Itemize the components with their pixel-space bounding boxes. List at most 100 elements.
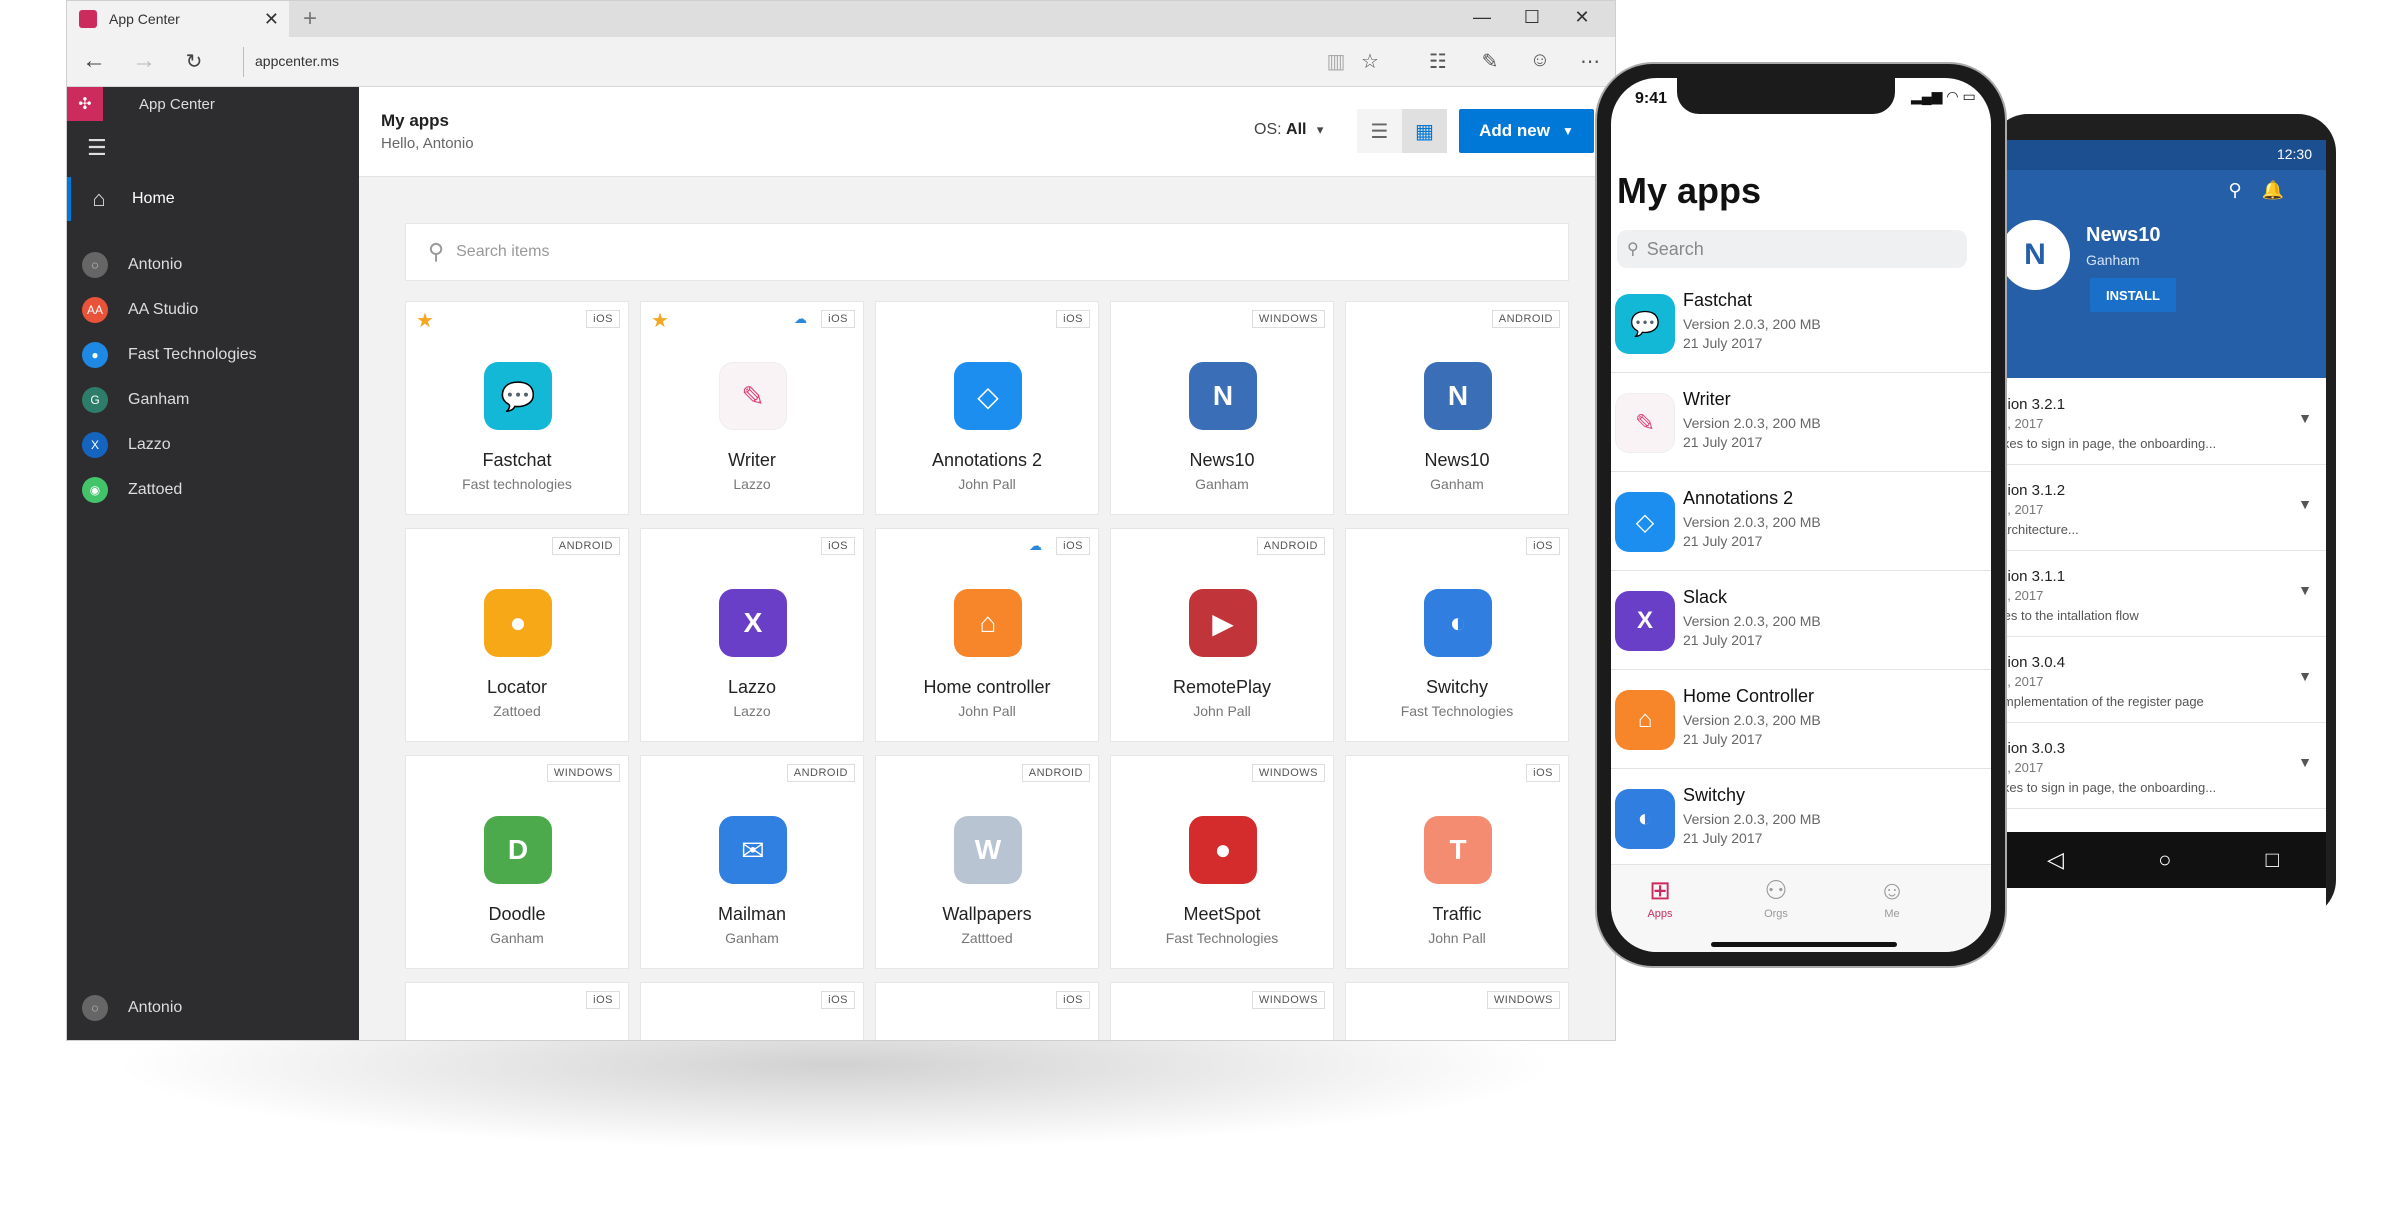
new-tab-icon[interactable]: + [303, 5, 317, 33]
iphone-app-row[interactable]: ◇ Annotations 2 Version 2.0.3, 200 MB 21 Ju… [1611, 472, 1991, 571]
iphone-app-row[interactable]: X Slack Version 2.0.3, 200 MB 21 July 2017 [1611, 571, 1991, 670]
chevron-down-icon[interactable]: ▼ [2298, 582, 2312, 598]
tab-orgs[interactable]: ⚇ Orgs [1741, 875, 1811, 920]
chevron-down-icon[interactable]: ▼ [2298, 410, 2312, 426]
tab-close-icon[interactable]: ✕ [264, 9, 279, 30]
install-button[interactable]: INSTALL [2090, 278, 2176, 312]
app-card[interactable]: ANDROID W Wallpapers Zatttoed [875, 755, 1099, 969]
sidebar-user-label: Antonio [128, 999, 183, 1016]
sidebar: ✣ App Center ☰ ⌂ Home ◌ Antonio AA AA Studi… [67, 87, 359, 1040]
hamburger-menu-icon[interactable]: ☰ [87, 135, 107, 161]
page-header: My apps Hello, Antonio OS: All ▾ ☰ ▦ Add… [359, 87, 1615, 177]
platform-badge: WINDOWS [546, 764, 620, 782]
add-new-button[interactable]: Add new ▼ [1459, 109, 1594, 153]
iphone-app-row[interactable]: ◐ Switchy Version 2.0.3, 200 MB 21 July 201… [1611, 769, 1991, 868]
bell-icon[interactable]: 🔔 [2262, 180, 2304, 200]
app-owner: Ganham [725, 930, 779, 946]
app-card[interactable]: ANDROID N News10 Ganham [1345, 301, 1569, 515]
iphone-app-row[interactable]: 💬 Fastchat Version 2.0.3, 200 MB 21 July 20… [1611, 274, 1991, 373]
forward-icon[interactable]: → [129, 47, 159, 75]
iphone-app-row[interactable]: ✎ Writer Version 2.0.3, 200 MB 21 July 2017 [1611, 373, 1991, 472]
page-subtitle: Hello, Antonio [381, 135, 474, 152]
app-name: MeetSpot [1183, 904, 1261, 924]
favorites-hub-icon[interactable]: ☷ [1423, 49, 1453, 74]
home-circle-icon[interactable]: ○ [2158, 847, 2171, 873]
version-row[interactable]: sion 3.0.3 1, 2017 ixes to sign in page, t… [2000, 724, 2326, 809]
grid-view-icon[interactable]: ▦ [1402, 109, 1447, 153]
version-row[interactable]: sion 3.0.4 1, 2017 implementation of the r… [2000, 638, 2326, 723]
iphone-search-input[interactable]: ⚲ Search [1617, 230, 1967, 268]
more-icon[interactable]: ⋯ [1575, 49, 1605, 74]
platform-badge: WINDOWS [1251, 310, 1325, 328]
search-icon[interactable]: ⚲ [2228, 180, 2261, 200]
chevron-down-icon[interactable]: ▼ [2298, 754, 2312, 770]
app-card[interactable]: WINDOWS D Doodle Ganham [405, 755, 629, 969]
app-card[interactable]: WINDOWS N News10 Ganham [1110, 301, 1334, 515]
sidebar-item-org[interactable]: X Lazzo [67, 423, 359, 467]
app-name: Doodle [488, 904, 546, 924]
android-app-name: News10 [2086, 224, 2161, 246]
back-triangle-icon[interactable]: ◁ [2047, 847, 2064, 873]
app-card[interactable]: iOS ◇ Annotations 2 John Pall [875, 301, 1099, 515]
os-filter-dropdown[interactable]: OS: All ▾ [1254, 121, 1323, 139]
app-card[interactable]: iOS [640, 982, 864, 1040]
refresh-icon[interactable]: ↻ [179, 49, 209, 74]
app-card[interactable]: WINDOWS [1345, 982, 1569, 1040]
minimize-icon[interactable]: — [1467, 7, 1497, 28]
search-placeholder: Search items [456, 243, 550, 260]
app-name: Writer [728, 450, 776, 470]
back-icon[interactable]: ← [79, 47, 109, 75]
version-notes: tes to the intallation flow [2000, 608, 2139, 623]
app-card[interactable]: iOS X Lazzo Lazzo [640, 528, 864, 742]
list-view-icon[interactable]: ☰ [1357, 109, 1402, 153]
app-card[interactable]: iOS [405, 982, 629, 1040]
version-row[interactable]: sion 3.1.1 1, 2017 tes to the intallation … [2000, 552, 2326, 637]
sidebar-item-label: Lazzo [128, 436, 171, 453]
app-card[interactable]: iOS ☁ ⌂ Home controller John Pall [875, 528, 1099, 742]
app-card[interactable]: iOS [875, 982, 1099, 1040]
favorite-star-icon[interactable]: ☆ [1355, 49, 1385, 74]
chevron-down-icon[interactable]: ▼ [2298, 496, 2312, 512]
star-icon[interactable]: ★ [651, 308, 669, 333]
sidebar-item-home[interactable]: ⌂ Home [67, 177, 359, 221]
app-card[interactable]: iOS T Traffic John Pall [1345, 755, 1569, 969]
sidebar-item-org[interactable]: G Ganham [67, 378, 359, 422]
sidebar-item-org[interactable]: ◌ Antonio [67, 243, 359, 287]
tab-apps[interactable]: ⊞ Apps [1625, 875, 1695, 920]
url-field[interactable]: appcenter.ms [255, 53, 339, 69]
app-card[interactable]: ANDROID ● Locator Zattoed [405, 528, 629, 742]
platform-badge: WINDOWS [1251, 991, 1325, 1009]
maximize-icon[interactable]: ☐ [1517, 7, 1547, 28]
app-card[interactable]: ANDROID ▶ RemotePlay John Pall [1110, 528, 1334, 742]
org-avatar-icon: ◉ [82, 477, 108, 503]
app-card[interactable]: ANDROID ✉ Mailman Ganham [640, 755, 864, 969]
feedback-smiley-icon[interactable]: ☺ [1525, 49, 1555, 72]
reading-view-icon[interactable]: ▥ [1321, 49, 1351, 74]
sidebar-user[interactable]: ◌ Antonio [67, 986, 359, 1030]
iphone-app-row[interactable]: ⌂ Home Controller Version 2.0.3, 200 MB 21 … [1611, 670, 1991, 769]
sidebar-item-org[interactable]: ● Fast Technologies [67, 333, 359, 377]
app-card[interactable]: iOS ★ 💬 Fastchat Fast technologies [405, 301, 629, 515]
app-card[interactable]: iOS ★ ☁ ✎ Writer Lazzo [640, 301, 864, 515]
version-row[interactable]: sion 3.1.2 1, 2017 architecture... ▼ [2000, 466, 2326, 551]
sidebar-item-org[interactable]: ◉ Zattoed [67, 468, 359, 512]
tab-me[interactable]: ☺ Me [1857, 875, 1927, 920]
chevron-down-icon[interactable]: ▼ [2298, 668, 2312, 684]
app-card[interactable]: WINDOWS ● MeetSpot Fast Technologies [1110, 755, 1334, 969]
app-version: Version 2.0.3, 200 MB [1683, 415, 1821, 431]
version-row[interactable]: sion 3.2.1 1, 2017 ixes to sign in page, t… [2000, 380, 2326, 465]
browser-tab[interactable]: App Center ✕ [67, 1, 289, 37]
tab-apps-label: Apps [1647, 908, 1673, 920]
app-card[interactable]: WINDOWS [1110, 982, 1334, 1040]
sidebar-item-org[interactable]: AA AA Studio [67, 288, 359, 332]
platform-badge: iOS [1526, 537, 1560, 555]
version-number: sion 3.2.1 [2000, 396, 2066, 413]
recents-square-icon[interactable]: □ [2266, 847, 2279, 873]
search-input[interactable]: ⚲ Search items [405, 223, 1569, 281]
web-note-icon[interactable]: ✎ [1475, 49, 1505, 74]
version-notes: ixes to sign in page, the onboarding... [2000, 436, 2217, 451]
app-center-logo-icon[interactable]: ✣ [67, 87, 103, 121]
app-card[interactable]: iOS ◐ Switchy Fast Technologies [1345, 528, 1569, 742]
close-window-icon[interactable]: ✕ [1567, 7, 1597, 28]
star-icon[interactable]: ★ [416, 308, 434, 333]
